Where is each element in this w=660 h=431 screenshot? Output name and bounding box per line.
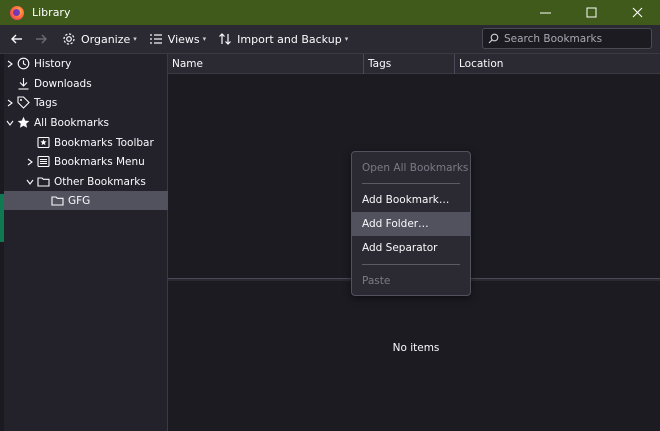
close-button[interactable] [614, 0, 660, 25]
search-input[interactable] [504, 32, 644, 45]
chevron-right-icon[interactable] [24, 158, 36, 166]
chevron-down-icon: ▾ [344, 35, 349, 43]
menu-separator [362, 264, 460, 265]
star-icon [16, 116, 30, 130]
sidebar-item-tags[interactable]: Tags [4, 93, 168, 112]
organize-label: Organize [81, 32, 131, 46]
download-icon [16, 77, 30, 91]
arrow-right-icon [36, 34, 47, 44]
import-export-arrows-icon [219, 33, 232, 45]
menu-separator [362, 183, 460, 184]
menu-item-add-folder[interactable]: Add Folder… [352, 212, 470, 236]
organize-menu-button[interactable]: Organize ▾ [62, 28, 137, 50]
chevron-down-icon[interactable] [4, 119, 16, 127]
maximize-icon [586, 7, 596, 18]
sidebar-item-label: Tags [34, 96, 58, 109]
sidebar-tree[interactable]: History Downloads Tags All Bookmarks Boo… [4, 54, 168, 431]
sidebar-item-bookmarks-menu[interactable]: Bookmarks Menu [4, 152, 168, 171]
back-button[interactable] [6, 28, 28, 50]
context-menu: Open All Bookmarks Add Bookmark… Add Fol… [351, 151, 471, 296]
import-backup-label: Import and Backup [237, 32, 342, 46]
sidebar-item-label: Bookmarks Menu [54, 155, 145, 168]
views-menu-button[interactable]: Views ▾ [149, 28, 206, 50]
sidebar-item-label: All Bookmarks [34, 116, 110, 129]
details-pane: No items [168, 281, 660, 431]
empty-state-text: No items [392, 342, 440, 354]
chevron-down-icon[interactable] [24, 178, 36, 186]
close-icon [632, 7, 642, 18]
window-controls [522, 0, 660, 25]
sidebar-item-label: GFG [68, 194, 91, 207]
sidebar-item-other-bookmarks[interactable]: Other Bookmarks [4, 172, 168, 191]
gear-icon [63, 33, 75, 45]
minimize-button[interactable] [522, 0, 568, 25]
bookmarks-menu-icon [36, 155, 50, 169]
sidebar-item-label: Other Bookmarks [54, 175, 146, 188]
chevron-right-icon[interactable] [4, 99, 16, 107]
menu-item-open-all-bookmarks[interactable]: Open All Bookmarks [352, 156, 470, 180]
clock-icon [16, 57, 30, 71]
bookmark-list-header: Name Tags Location [168, 54, 660, 74]
views-label: Views [167, 32, 200, 46]
forward-button[interactable] [30, 28, 52, 50]
sidebar-item-history[interactable]: History [4, 54, 168, 73]
title-bar: Library [0, 0, 660, 25]
arrow-left-icon [11, 34, 22, 44]
bookmarks-toolbar-icon [36, 136, 50, 150]
column-header-name[interactable]: Name [168, 54, 364, 74]
chevron-down-icon: ▾ [133, 35, 137, 43]
import-backup-menu-button[interactable]: Import and Backup ▾ [218, 28, 348, 50]
tag-icon [16, 96, 30, 110]
sidebar-item-label: Bookmarks Toolbar [54, 136, 154, 149]
library-toolbar: Organize ▾ Views ▾ Import and Backup ▾ [0, 25, 660, 54]
minimize-icon [539, 12, 551, 14]
menu-item-add-bookmark[interactable]: Add Bookmark… [352, 188, 470, 212]
sidebar-item-label: History [34, 57, 72, 70]
sidebar-item-label: Downloads [34, 77, 92, 90]
column-header-tags[interactable]: Tags [364, 54, 455, 74]
window-title: Library [32, 6, 71, 19]
column-header-location[interactable]: Location [455, 54, 660, 74]
sidebar-item-downloads[interactable]: Downloads [4, 74, 168, 93]
menu-item-paste[interactable]: Paste [352, 269, 470, 293]
sidebar-item-bookmarks-toolbar[interactable]: Bookmarks Toolbar [4, 133, 168, 152]
firefox-logo-icon [10, 5, 24, 20]
search-icon [488, 33, 499, 44]
maximize-button[interactable] [568, 0, 614, 25]
list-view-icon [149, 34, 162, 44]
folder-icon [36, 175, 50, 189]
sidebar-item-all-bookmarks[interactable]: All Bookmarks [4, 113, 168, 132]
sidebar-item-gfg[interactable]: GFG [4, 191, 168, 210]
chevron-right-icon[interactable] [4, 60, 16, 68]
chevron-down-icon: ▾ [202, 35, 207, 43]
menu-item-add-separator[interactable]: Add Separator [352, 236, 470, 260]
search-box[interactable] [482, 28, 652, 49]
folder-icon [50, 194, 64, 208]
